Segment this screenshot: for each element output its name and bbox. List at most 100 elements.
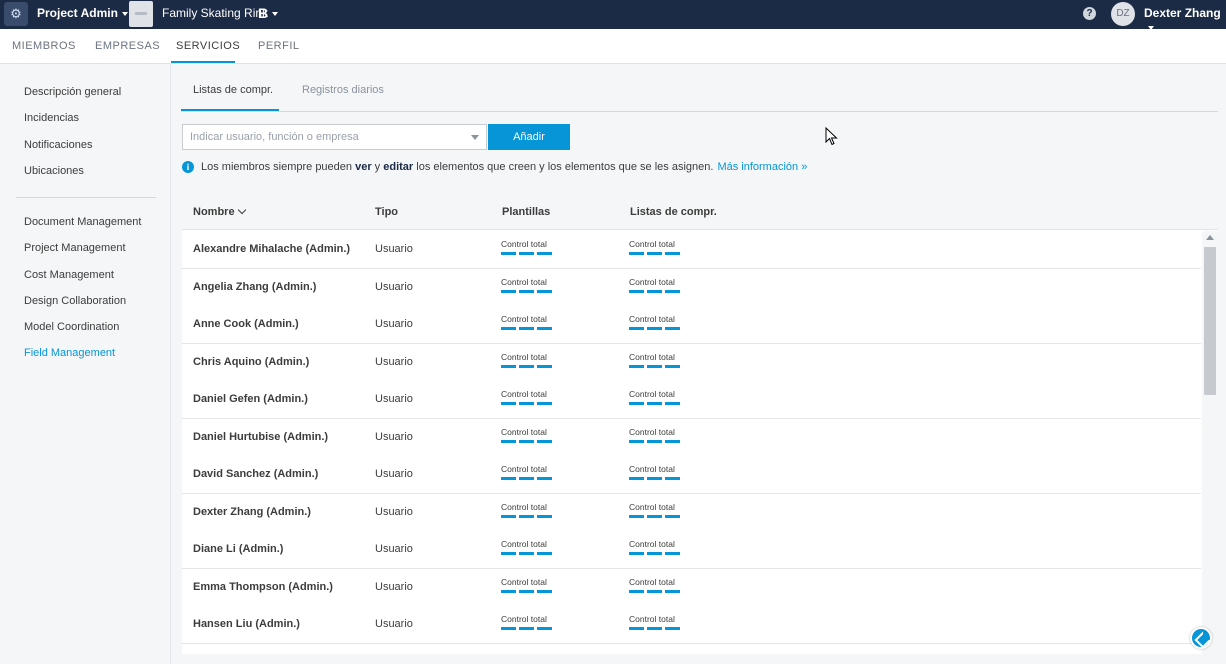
lists-permission[interactable]: Control total <box>629 389 689 405</box>
sidebar-item-design-collaboration[interactable]: Design Collaboration <box>24 295 126 307</box>
templates-permission[interactable]: Control total <box>501 314 561 330</box>
project-thumbnail[interactable] <box>129 1 153 27</box>
member-type: Usuario <box>375 505 413 518</box>
permission-level-bars <box>501 589 561 593</box>
table-row[interactable]: Angelia Zhang (Admin.) Usuario Control tot… <box>182 268 1201 307</box>
permission-label: Control total <box>501 539 547 549</box>
project-switcher[interactable]: B <box>258 5 279 21</box>
add-button[interactable]: Añadir <box>488 124 570 150</box>
subtab-divider <box>181 111 1218 112</box>
sort-down-icon <box>237 205 246 215</box>
member-name: Daniel Hurtubise (Admin.) <box>193 430 329 443</box>
help-center-icon[interactable] <box>1190 627 1212 649</box>
table-row[interactable]: Daniel Gefen (Admin.) Usuario Control tota… <box>182 381 1201 419</box>
lists-permission[interactable]: Control total <box>629 577 689 593</box>
lists-permission[interactable]: Control total <box>629 352 689 368</box>
member-type: Usuario <box>375 280 413 293</box>
sidebar-item-model-coordination[interactable]: Model Coordination <box>24 321 119 333</box>
permission-label: Control total <box>501 501 547 512</box>
permission-label: Control total <box>629 426 675 437</box>
column-nombre-label: Nombre <box>193 206 235 218</box>
templates-permission[interactable]: Control total <box>501 427 561 443</box>
templates-permission[interactable]: Control total <box>501 277 561 293</box>
templates-permission[interactable]: Control total <box>501 352 561 368</box>
tab-empresas[interactable]: EMPRESAS <box>95 40 160 52</box>
templates-permission[interactable]: Control total <box>501 239 561 255</box>
permission-level-bars <box>501 402 561 405</box>
templates-permission[interactable]: Control total <box>501 464 561 480</box>
scroll-thumb[interactable] <box>1204 247 1216 395</box>
sidebar: Descripción general Incidencias Notifica… <box>0 64 171 664</box>
scroll-up-icon[interactable] <box>1206 235 1214 240</box>
permission-level-bars <box>501 252 561 255</box>
table-row[interactable]: David Sanchez (Admin.) Usuario Control tot… <box>182 456 1201 494</box>
permission-level-bars <box>501 327 561 330</box>
main-content: Listas de compr. Registros diarios Indic… <box>171 64 1226 664</box>
subtab-listas[interactable]: Listas de compr. <box>193 84 273 96</box>
table-row[interactable]: Emma Thompson (Admin.) Usuario Control tot… <box>182 568 1201 607</box>
member-search-input[interactable]: Indicar usuario, función o empresa <box>182 124 487 150</box>
sidebar-item-notificaciones[interactable]: Notificaciones <box>24 139 92 151</box>
templates-permission[interactable]: Control total <box>501 614 561 630</box>
tab-perfil[interactable]: PERFIL <box>258 40 300 52</box>
subtab-registros[interactable]: Registros diarios <box>302 84 384 96</box>
table-row[interactable]: Daniel Hurtubise (Admin.) Usuario Control … <box>182 418 1201 457</box>
column-nombre[interactable]: Nombre <box>193 205 246 218</box>
chevron-down-icon[interactable] <box>471 135 479 140</box>
templates-permission[interactable]: Control total <box>501 577 561 593</box>
templates-permission[interactable]: Control total <box>501 389 561 405</box>
permission-label: Control total <box>501 464 547 474</box>
table-row[interactable]: Dexter Zhang (Admin.) Usuario Control tota… <box>182 493 1201 532</box>
lists-permission[interactable]: Control total <box>629 614 689 630</box>
column-plantillas[interactable]: Plantillas <box>502 206 550 218</box>
permission-level-bars <box>629 402 689 405</box>
column-tipo[interactable]: Tipo <box>375 206 398 218</box>
templates-permission[interactable]: Control total <box>501 502 561 518</box>
main-tabs: MIEMBROS EMPRESAS SERVICIOS PERFIL <box>0 29 1226 64</box>
column-listas[interactable]: Listas de compr. <box>630 206 717 218</box>
member-name: Diane Li (Admin.) <box>193 543 284 555</box>
lists-permission[interactable]: Control total <box>629 539 689 555</box>
sidebar-item-cost-management[interactable]: Cost Management <box>24 269 114 281</box>
table-row[interactable]: Hansen Liu (Admin.) Usuario Control total C… <box>182 606 1201 644</box>
member-name: Daniel Gefen (Admin.) <box>193 393 308 405</box>
table-row[interactable]: Diane Li (Admin.) Usuario Control total Con… <box>182 531 1201 569</box>
lists-permission[interactable]: Control total <box>629 502 689 518</box>
avatar[interactable]: DZ <box>1111 2 1135 26</box>
lists-permission[interactable]: Control total <box>629 464 689 480</box>
top-bar: ⚙ Project Admin Family Skating Rink B ? … <box>0 0 1226 30</box>
sidebar-item-field-management[interactable]: Field Management <box>24 347 115 359</box>
table-row[interactable]: Chris Aquino (Admin.) Usuario Control tota… <box>182 343 1201 382</box>
lists-permission[interactable]: Control total <box>629 427 689 443</box>
help-icon[interactable]: ? <box>1083 7 1096 20</box>
sidebar-item-descripcion[interactable]: Descripción general <box>24 86 121 98</box>
app-switcher[interactable]: Project Admin <box>37 6 128 20</box>
gear-icon[interactable]: ⚙ <box>4 2 28 26</box>
member-name: Emma Thompson (Admin.) <box>193 580 333 593</box>
project-name[interactable]: Family Skating Rink <box>162 6 268 20</box>
table-body: Alexandre Mihalache (Admin.) Usuario Contr… <box>182 231 1202 654</box>
lists-permission[interactable]: Control total <box>629 277 689 293</box>
tab-servicios[interactable]: SERVICIOS <box>176 40 240 52</box>
lists-permission[interactable]: Control total <box>629 239 689 255</box>
info-mid: y <box>371 161 384 173</box>
lists-permission[interactable]: Control total <box>629 314 689 330</box>
sidebar-item-incidencias[interactable]: Incidencias <box>24 112 79 124</box>
permission-level-bars <box>629 439 689 443</box>
sidebar-item-ubicaciones[interactable]: Ubicaciones <box>24 165 84 177</box>
sidebar-item-document-management[interactable]: Document Management <box>24 216 141 228</box>
sidebar-item-project-management[interactable]: Project Management <box>24 242 126 254</box>
table-row[interactable]: Anne Cook (Admin.) Usuario Control total Co… <box>182 306 1201 344</box>
scrollbar[interactable] <box>1202 231 1218 654</box>
permission-level-bars <box>629 289 689 293</box>
member-type: Usuario <box>375 618 413 630</box>
info-message: Los miembros siempre pueden ver y editar… <box>201 161 807 173</box>
table-row[interactable]: Alexandre Mihalache (Admin.) Usuario Contr… <box>182 231 1201 269</box>
permission-label: Control total <box>629 389 675 399</box>
permission-level-bars <box>629 252 689 255</box>
templates-permission[interactable]: Control total <box>501 539 561 555</box>
permission-label: Control total <box>501 351 547 362</box>
permission-level-bars <box>501 627 561 630</box>
tab-miembros[interactable]: MIEMBROS <box>12 40 76 52</box>
more-info-link[interactable]: Más información » <box>717 161 807 173</box>
